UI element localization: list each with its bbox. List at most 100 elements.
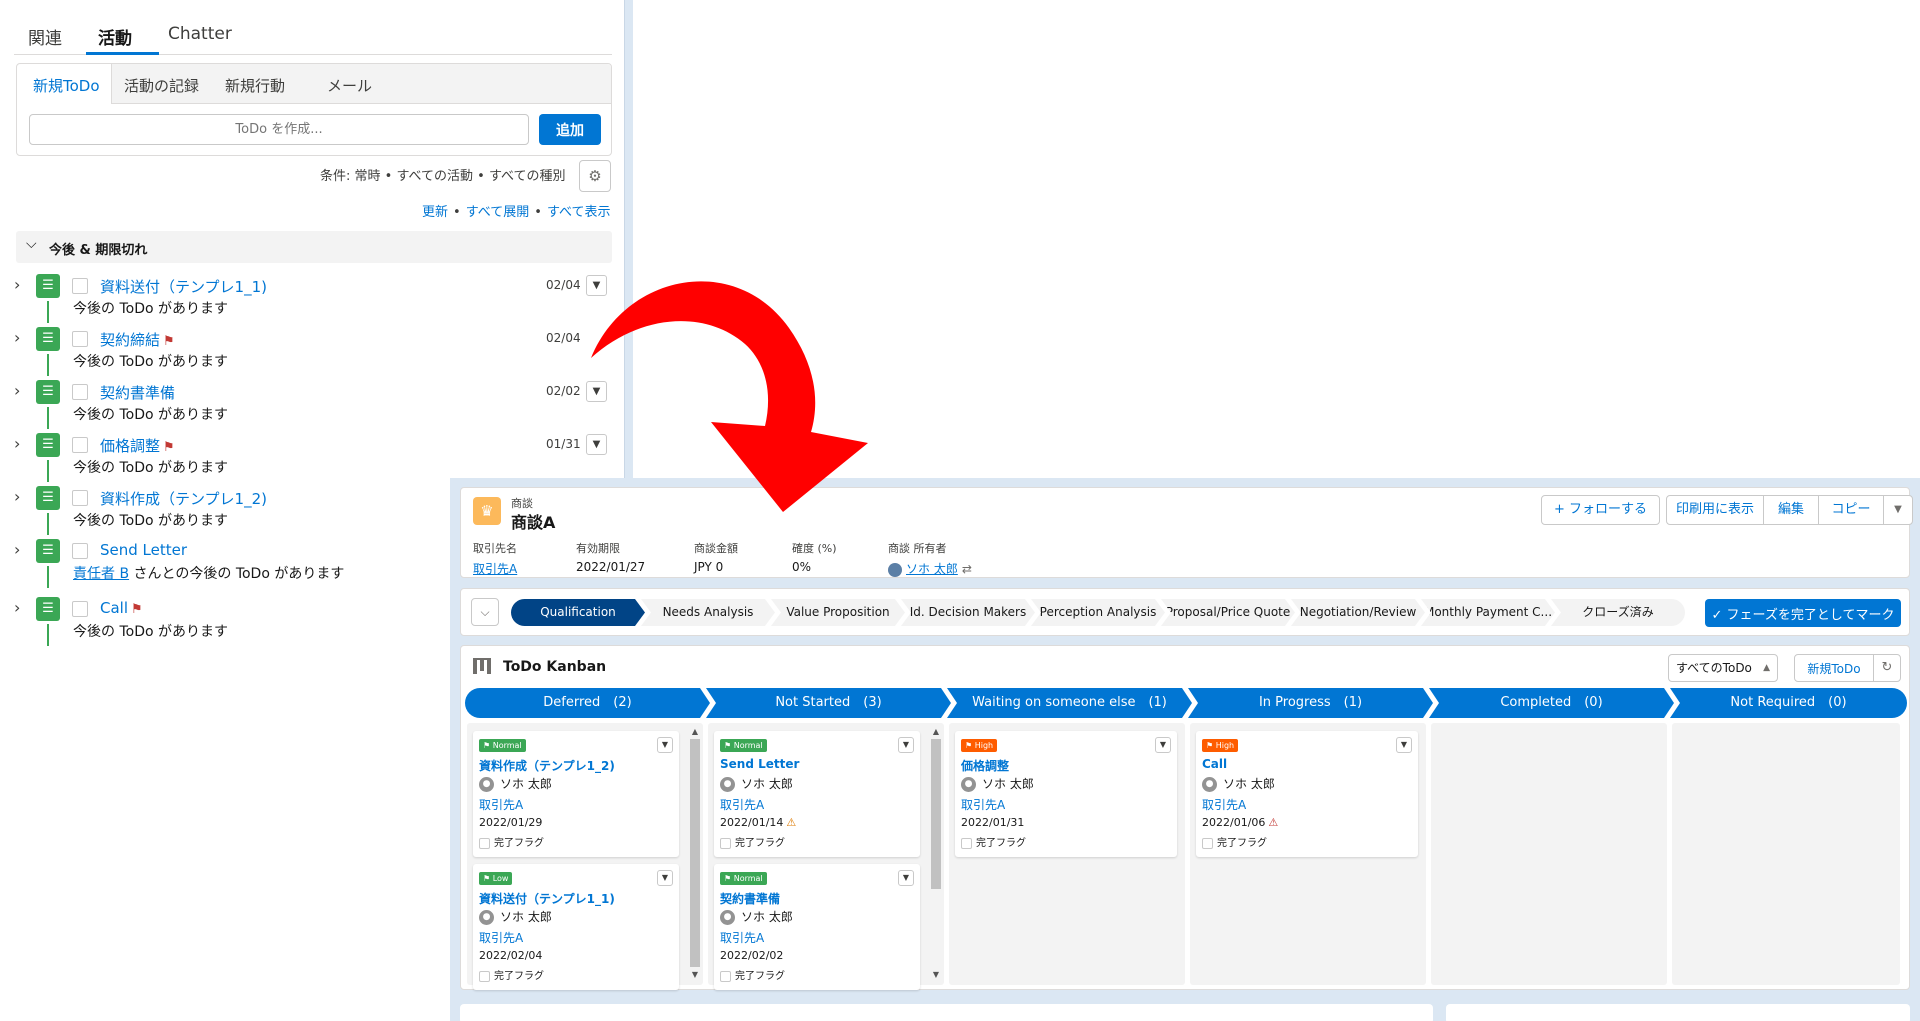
done-flag[interactable]: 完了フラグ: [1202, 834, 1267, 849]
card-account-link[interactable]: 取引先A: [479, 929, 523, 946]
tab-chatter[interactable]: Chatter: [168, 24, 232, 44]
chevron-down-icon[interactable]: ▼: [898, 737, 914, 753]
field-value-link[interactable]: 取引先A: [473, 560, 517, 577]
chevron-right-icon[interactable]: ›: [14, 598, 20, 617]
chevron-down-icon[interactable]: ▼: [898, 870, 914, 886]
sub-tab-new-todo[interactable]: 新規ToDo: [33, 75, 100, 96]
done-flag[interactable]: 完了フラグ: [479, 967, 544, 982]
todo-input[interactable]: [29, 114, 529, 145]
activity-title[interactable]: Send Letter: [100, 541, 187, 559]
scroll-down-icon[interactable]: ▼: [930, 970, 942, 979]
chevron-down-icon[interactable]: ▼: [657, 870, 673, 886]
path-step-closed[interactable]: クローズ済み: [1551, 599, 1685, 626]
activity-title-text[interactable]: Call: [100, 599, 128, 617]
path-step-needs-analysis[interactable]: Needs Analysis: [641, 599, 775, 626]
done-flag[interactable]: 完了フラグ: [961, 834, 1026, 849]
path-step-qualification[interactable]: Qualification: [511, 599, 645, 626]
chevron-down-icon[interactable]: ⌵: [471, 598, 499, 626]
chevron-down-icon[interactable]: ▼: [657, 737, 673, 753]
path-step-monthly-payment[interactable]: Monthly Payment C...: [1421, 599, 1555, 626]
activity-title-text[interactable]: 契約締結: [100, 331, 160, 349]
complete-checkbox[interactable]: [72, 601, 88, 617]
done-flag[interactable]: 完了フラグ: [720, 834, 785, 849]
activity-title-text[interactable]: 価格調整: [100, 437, 160, 455]
scroll-up-icon[interactable]: ▲: [930, 727, 942, 736]
new-todo-button[interactable]: 新規ToDo: [1794, 654, 1874, 682]
chevron-down-icon[interactable]: ▼: [1396, 737, 1412, 753]
checkbox[interactable]: [720, 837, 731, 849]
complete-checkbox[interactable]: [72, 543, 88, 559]
activity-title[interactable]: Call ⚑: [100, 599, 143, 617]
complete-checkbox[interactable]: [72, 331, 88, 347]
path-step-value-proposition[interactable]: Value Proposition: [771, 599, 905, 626]
activity-title[interactable]: 契約書準備: [100, 382, 175, 403]
complete-checkbox[interactable]: [72, 437, 88, 453]
done-flag[interactable]: 完了フラグ: [479, 834, 544, 849]
kanban-card[interactable]: ⚑ Low ▼ 資料送付（テンプレ1_1) ● ソホ 太郎 取引先A 2022/0…: [473, 864, 679, 990]
card-account-link[interactable]: 取引先A: [961, 796, 1005, 813]
path-step-id-decision-makers[interactable]: Id. Decision Makers: [901, 599, 1035, 626]
column-scrollbar[interactable]: ▲ ▼: [689, 727, 701, 979]
activity-title[interactable]: 資料送付（テンプレ1_1): [100, 276, 267, 297]
mark-stage-complete-button[interactable]: ✓ フェーズを完了としてマーク: [1705, 599, 1901, 627]
follow-button[interactable]: + フォローする: [1541, 495, 1660, 525]
tab-related[interactable]: 関連: [28, 24, 62, 49]
scroll-down-icon[interactable]: ▼: [689, 970, 701, 979]
change-owner-icon[interactable]: ⇄: [962, 562, 972, 576]
checkbox[interactable]: [720, 970, 731, 982]
card-title[interactable]: 価格調整: [961, 757, 1009, 774]
todo-filter-select[interactable]: すべてのToDo▲▼: [1668, 654, 1778, 699]
activity-title[interactable]: 価格調整 ⚑: [100, 435, 175, 456]
activity-title[interactable]: 資料作成（テンプレ1_2): [100, 488, 267, 509]
checkbox[interactable]: [961, 837, 972, 849]
printable-view-button[interactable]: 印刷用に表示: [1666, 495, 1764, 525]
path-step-negotiation-review[interactable]: Negotiation/Review: [1291, 599, 1425, 626]
owner-link[interactable]: ソホ 太郎: [906, 562, 958, 576]
chevron-right-icon[interactable]: ›: [14, 381, 20, 400]
path-step-perception-analysis[interactable]: Perception Analysis: [1031, 599, 1165, 626]
chevron-down-icon[interactable]: ▼: [1155, 737, 1171, 753]
kanban-card[interactable]: ⚑ Normal ▼ 契約書準備 ● ソホ 太郎 取引先A 2022/02/02 …: [714, 864, 920, 990]
card-account-link[interactable]: 取引先A: [479, 796, 523, 813]
scroll-thumb[interactable]: [690, 739, 700, 967]
chevron-right-icon[interactable]: ›: [14, 487, 20, 506]
gear-icon[interactable]: ⚙: [579, 160, 611, 192]
scroll-thumb[interactable]: [931, 739, 941, 889]
chevron-right-icon[interactable]: ›: [14, 275, 20, 294]
complete-checkbox[interactable]: [72, 384, 88, 400]
done-flag[interactable]: 完了フラグ: [720, 967, 785, 982]
complete-checkbox[interactable]: [72, 278, 88, 294]
path-step-proposal-price-quote[interactable]: Proposal/Price Quote: [1161, 599, 1295, 626]
card-account-link[interactable]: 取引先A: [720, 929, 764, 946]
scroll-up-icon[interactable]: ▲: [689, 727, 701, 736]
checkbox[interactable]: [1202, 837, 1213, 849]
refresh-icon[interactable]: ↻: [1873, 654, 1901, 682]
card-title[interactable]: Send Letter: [720, 757, 799, 771]
refresh-link[interactable]: 更新: [422, 205, 448, 220]
card-title[interactable]: 資料作成（テンプレ1_2): [479, 757, 615, 774]
kanban-card[interactable]: ⚑ High ▼ 価格調整 ● ソホ 太郎 取引先A 2022/01/31 完了フ…: [955, 731, 1177, 857]
kanban-card[interactable]: ⚑ Normal ▼ 資料作成（テンプレ1_2) ● ソホ 太郎 取引先A 202…: [473, 731, 679, 857]
chevron-right-icon[interactable]: ›: [14, 328, 20, 347]
card-account-link[interactable]: 取引先A: [720, 796, 764, 813]
more-actions-chevron-down-icon[interactable]: ▼: [1883, 495, 1913, 525]
chevron-right-icon[interactable]: ›: [14, 540, 20, 559]
copy-button[interactable]: コピー: [1818, 495, 1884, 525]
checkbox[interactable]: [479, 970, 490, 982]
edit-button[interactable]: 編集: [1763, 495, 1819, 525]
chevron-right-icon[interactable]: ›: [14, 434, 20, 453]
view-all-link[interactable]: すべて表示: [547, 205, 611, 220]
sub-tab-log-activity[interactable]: 活動の記録: [124, 75, 199, 96]
kanban-card[interactable]: ⚑ High ▼ Call ● ソホ 太郎 取引先A 2022/01/06 ⚠ 完了…: [1196, 731, 1418, 857]
upcoming-overdue-section[interactable]: ⌵ 今後 & 期限切れ: [16, 231, 612, 263]
card-title[interactable]: 資料送付（テンプレ1_1): [479, 890, 615, 907]
card-title[interactable]: Call: [1202, 757, 1227, 771]
checkbox[interactable]: [479, 837, 490, 849]
sub-tab-email[interactable]: メール: [327, 75, 372, 96]
card-account-link[interactable]: 取引先A: [1202, 796, 1246, 813]
add-todo-button[interactable]: 追加: [539, 114, 601, 145]
activity-title[interactable]: 契約締結 ⚑: [100, 329, 175, 350]
kanban-card[interactable]: ⚑ Normal ▼ Send Letter ● ソホ 太郎 取引先A 2022/…: [714, 731, 920, 857]
column-scrollbar[interactable]: ▲ ▼: [930, 727, 942, 979]
complete-checkbox[interactable]: [72, 490, 88, 506]
